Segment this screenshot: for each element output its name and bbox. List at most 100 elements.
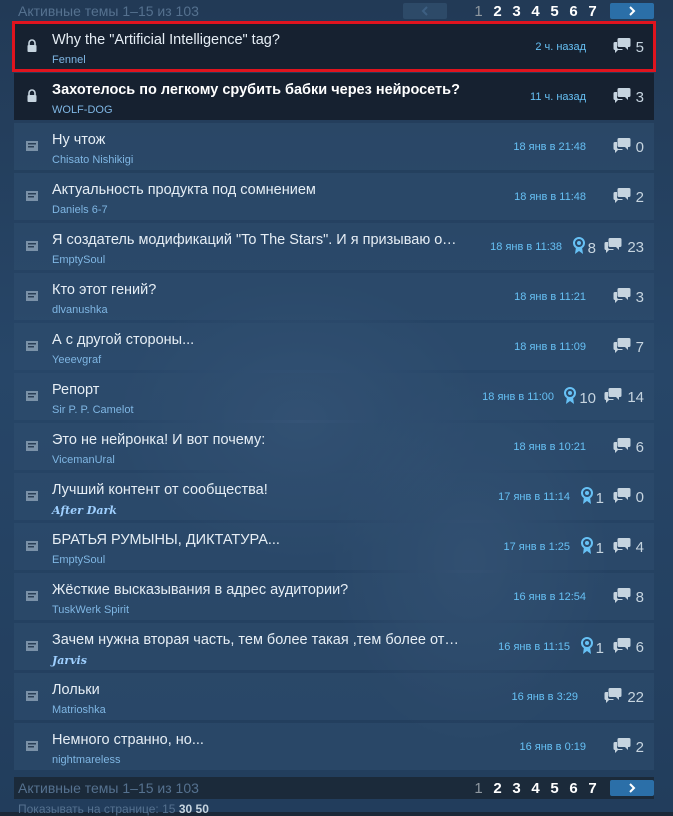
topics-summary: Активные темы 1–15 из 103 <box>18 780 199 796</box>
award-icon <box>580 537 594 559</box>
topic-icon <box>25 189 39 203</box>
reply-value: 0 <box>635 488 644 506</box>
reply-count: 6 <box>613 637 644 657</box>
page-link-4[interactable]: 4 <box>526 3 545 20</box>
topic-row[interactable]: Это не нейронка! И вот почему: VicemanUra… <box>14 423 654 470</box>
page-link-3[interactable]: 3 <box>507 780 526 797</box>
lock-icon <box>25 89 39 103</box>
topic-row[interactable]: Зачем нужна вторая часть, тем более така… <box>14 623 654 670</box>
page-link-2[interactable]: 2 <box>488 3 507 20</box>
page-link-1[interactable]: 1 <box>469 3 488 20</box>
next-page-button[interactable] <box>610 3 654 19</box>
award-icon <box>580 487 594 509</box>
page-link-1[interactable]: 1 <box>469 780 488 797</box>
reply-count: 23 <box>604 237 644 257</box>
per-page-selector: Показывать на странице: 15 30 50 <box>18 802 209 816</box>
next-page-button[interactable] <box>610 780 654 796</box>
topic-last-post-time: 17 янв в 1:25 <box>503 541 570 553</box>
topic-title[interactable]: БРАТЬЯ РУМЫНЫ, ДИКТАТУРА... <box>52 532 462 548</box>
per-page-option[interactable]: 50 <box>196 802 209 816</box>
topic-row[interactable]: Why the "Artificial Intelligence" tag? Fe… <box>12 21 656 72</box>
topic-row[interactable]: БРАТЬЯ РУМЫНЫ, ДИКТАТУРА... EmptySoul 1 17 … <box>14 523 654 570</box>
reply-value: 5 <box>635 38 644 56</box>
topic-icon <box>25 639 39 653</box>
topic-row[interactable]: Актуальность продукта под сомнением Danie… <box>14 173 654 220</box>
topic-row[interactable]: Лольки Matrioshka 16 янв в 3:29 22 <box>14 673 654 720</box>
topic-row[interactable]: Я создатель модификаций "To The Stars". … <box>14 223 654 270</box>
topic-row[interactable]: Захотелось по легкому срубить бабки чере… <box>14 73 654 120</box>
topic-title[interactable]: Ну чтож <box>52 132 462 148</box>
topic-row[interactable]: Немного странно, но... nightmareless 16 ян… <box>14 723 654 770</box>
topic-icon <box>25 289 39 303</box>
topic-icon <box>25 539 39 553</box>
page-link-2[interactable]: 2 <box>488 780 507 797</box>
topic-author[interactable]: EmptySoul <box>52 554 105 566</box>
topic-author[interactable]: Fennel <box>52 54 86 66</box>
topic-author[interactable]: Jarvis <box>52 654 87 667</box>
pagination-top: Активные темы 1–15 из 103 1234567 <box>14 0 654 22</box>
topic-title[interactable]: Я создатель модификаций "To The Stars". … <box>52 232 462 248</box>
topic-row[interactable]: Жёсткие высказывания в адрес аудитории? T… <box>14 573 654 620</box>
page-link-4[interactable]: 4 <box>526 780 545 797</box>
reply-count: 8 <box>613 587 644 607</box>
reply-count: 2 <box>613 737 644 757</box>
per-page-option[interactable]: 15 <box>162 802 175 816</box>
topic-row[interactable]: Репорт Sir P. P. Camelot 10 18 янв в 11:00 1… <box>14 373 654 420</box>
award-count: 8 <box>572 237 596 259</box>
page-link-7[interactable]: 7 <box>583 3 602 20</box>
comments-icon <box>613 737 631 757</box>
reply-count: 4 <box>613 537 644 557</box>
comments-icon <box>613 487 631 507</box>
reply-value: 14 <box>627 388 644 406</box>
award-count: 1 <box>580 637 604 659</box>
topic-author[interactable]: After Dark <box>52 504 117 517</box>
topic-title[interactable]: Why the "Artificial Intelligence" tag? <box>52 32 462 48</box>
per-page-option[interactable]: 30 <box>179 802 192 816</box>
topic-title[interactable]: Жёсткие высказывания в адрес аудитории? <box>52 582 462 598</box>
topic-title[interactable]: Актуальность продукта под сомнением <box>52 182 462 198</box>
page-link-6[interactable]: 6 <box>564 780 583 797</box>
topic-author[interactable]: Daniels 6-7 <box>52 204 108 216</box>
topic-last-post-time: 18 янв в 10:21 <box>513 441 586 453</box>
topic-author[interactable]: Chisato Nishikigi <box>52 154 133 166</box>
prev-page-button[interactable] <box>403 3 447 19</box>
topic-title[interactable]: Захотелось по легкому срубить бабки чере… <box>52 82 462 98</box>
topic-title[interactable]: Немного странно, но... <box>52 732 462 748</box>
topic-title[interactable]: Репорт <box>52 382 462 398</box>
topic-title[interactable]: Это не нейронка! И вот почему: <box>52 432 462 448</box>
award-value: 1 <box>595 639 604 657</box>
topic-title[interactable]: Лольки <box>52 682 462 698</box>
topic-title[interactable]: Кто этот гений? <box>52 282 462 298</box>
topic-row[interactable]: Лучший контент от сообщества! After Dark 1… <box>14 473 654 520</box>
topic-row[interactable]: А с другой стороны... Yeeevgraf 18 янв в 1… <box>14 323 654 370</box>
reply-count: 7 <box>613 337 644 357</box>
topic-icon <box>25 489 39 503</box>
page-link-3[interactable]: 3 <box>507 3 526 20</box>
award-value: 1 <box>595 539 604 557</box>
topic-icon <box>25 439 39 453</box>
topic-author[interactable]: Matrioshka <box>52 704 106 716</box>
reply-value: 23 <box>627 238 644 256</box>
page-link-7[interactable]: 7 <box>583 780 602 797</box>
topic-title[interactable]: Лучший контент от сообщества! <box>52 482 462 498</box>
topic-author[interactable]: dlvanushka <box>52 304 108 316</box>
topic-row[interactable]: Кто этот гений? dlvanushka 18 янв в 11:21 3 <box>14 273 654 320</box>
chevron-right-icon <box>629 783 636 793</box>
topic-author[interactable]: Sir P. P. Camelot <box>52 404 134 416</box>
topic-author[interactable]: EmptySoul <box>52 254 105 266</box>
award-count: 1 <box>580 537 604 559</box>
comments-icon <box>604 687 622 707</box>
page-link-6[interactable]: 6 <box>564 3 583 20</box>
page-link-5[interactable]: 5 <box>545 780 564 797</box>
reply-value: 2 <box>635 738 644 756</box>
topic-author[interactable]: Yeeevgraf <box>52 354 101 366</box>
topic-author[interactable]: WOLF-DOG <box>52 104 113 116</box>
topic-last-post-time: 16 янв в 12:54 <box>513 591 586 603</box>
topic-author[interactable]: VicemanUral <box>52 454 115 466</box>
topic-title[interactable]: А с другой стороны... <box>52 332 462 348</box>
topic-row[interactable]: Ну чтож Chisato Nishikigi 18 янв в 21:48 0 <box>14 123 654 170</box>
topic-author[interactable]: TuskWerk Spirit <box>52 604 129 616</box>
page-link-5[interactable]: 5 <box>545 3 564 20</box>
topic-title[interactable]: Зачем нужна вторая часть, тем более така… <box>52 632 462 648</box>
topic-author[interactable]: nightmareless <box>52 754 120 766</box>
